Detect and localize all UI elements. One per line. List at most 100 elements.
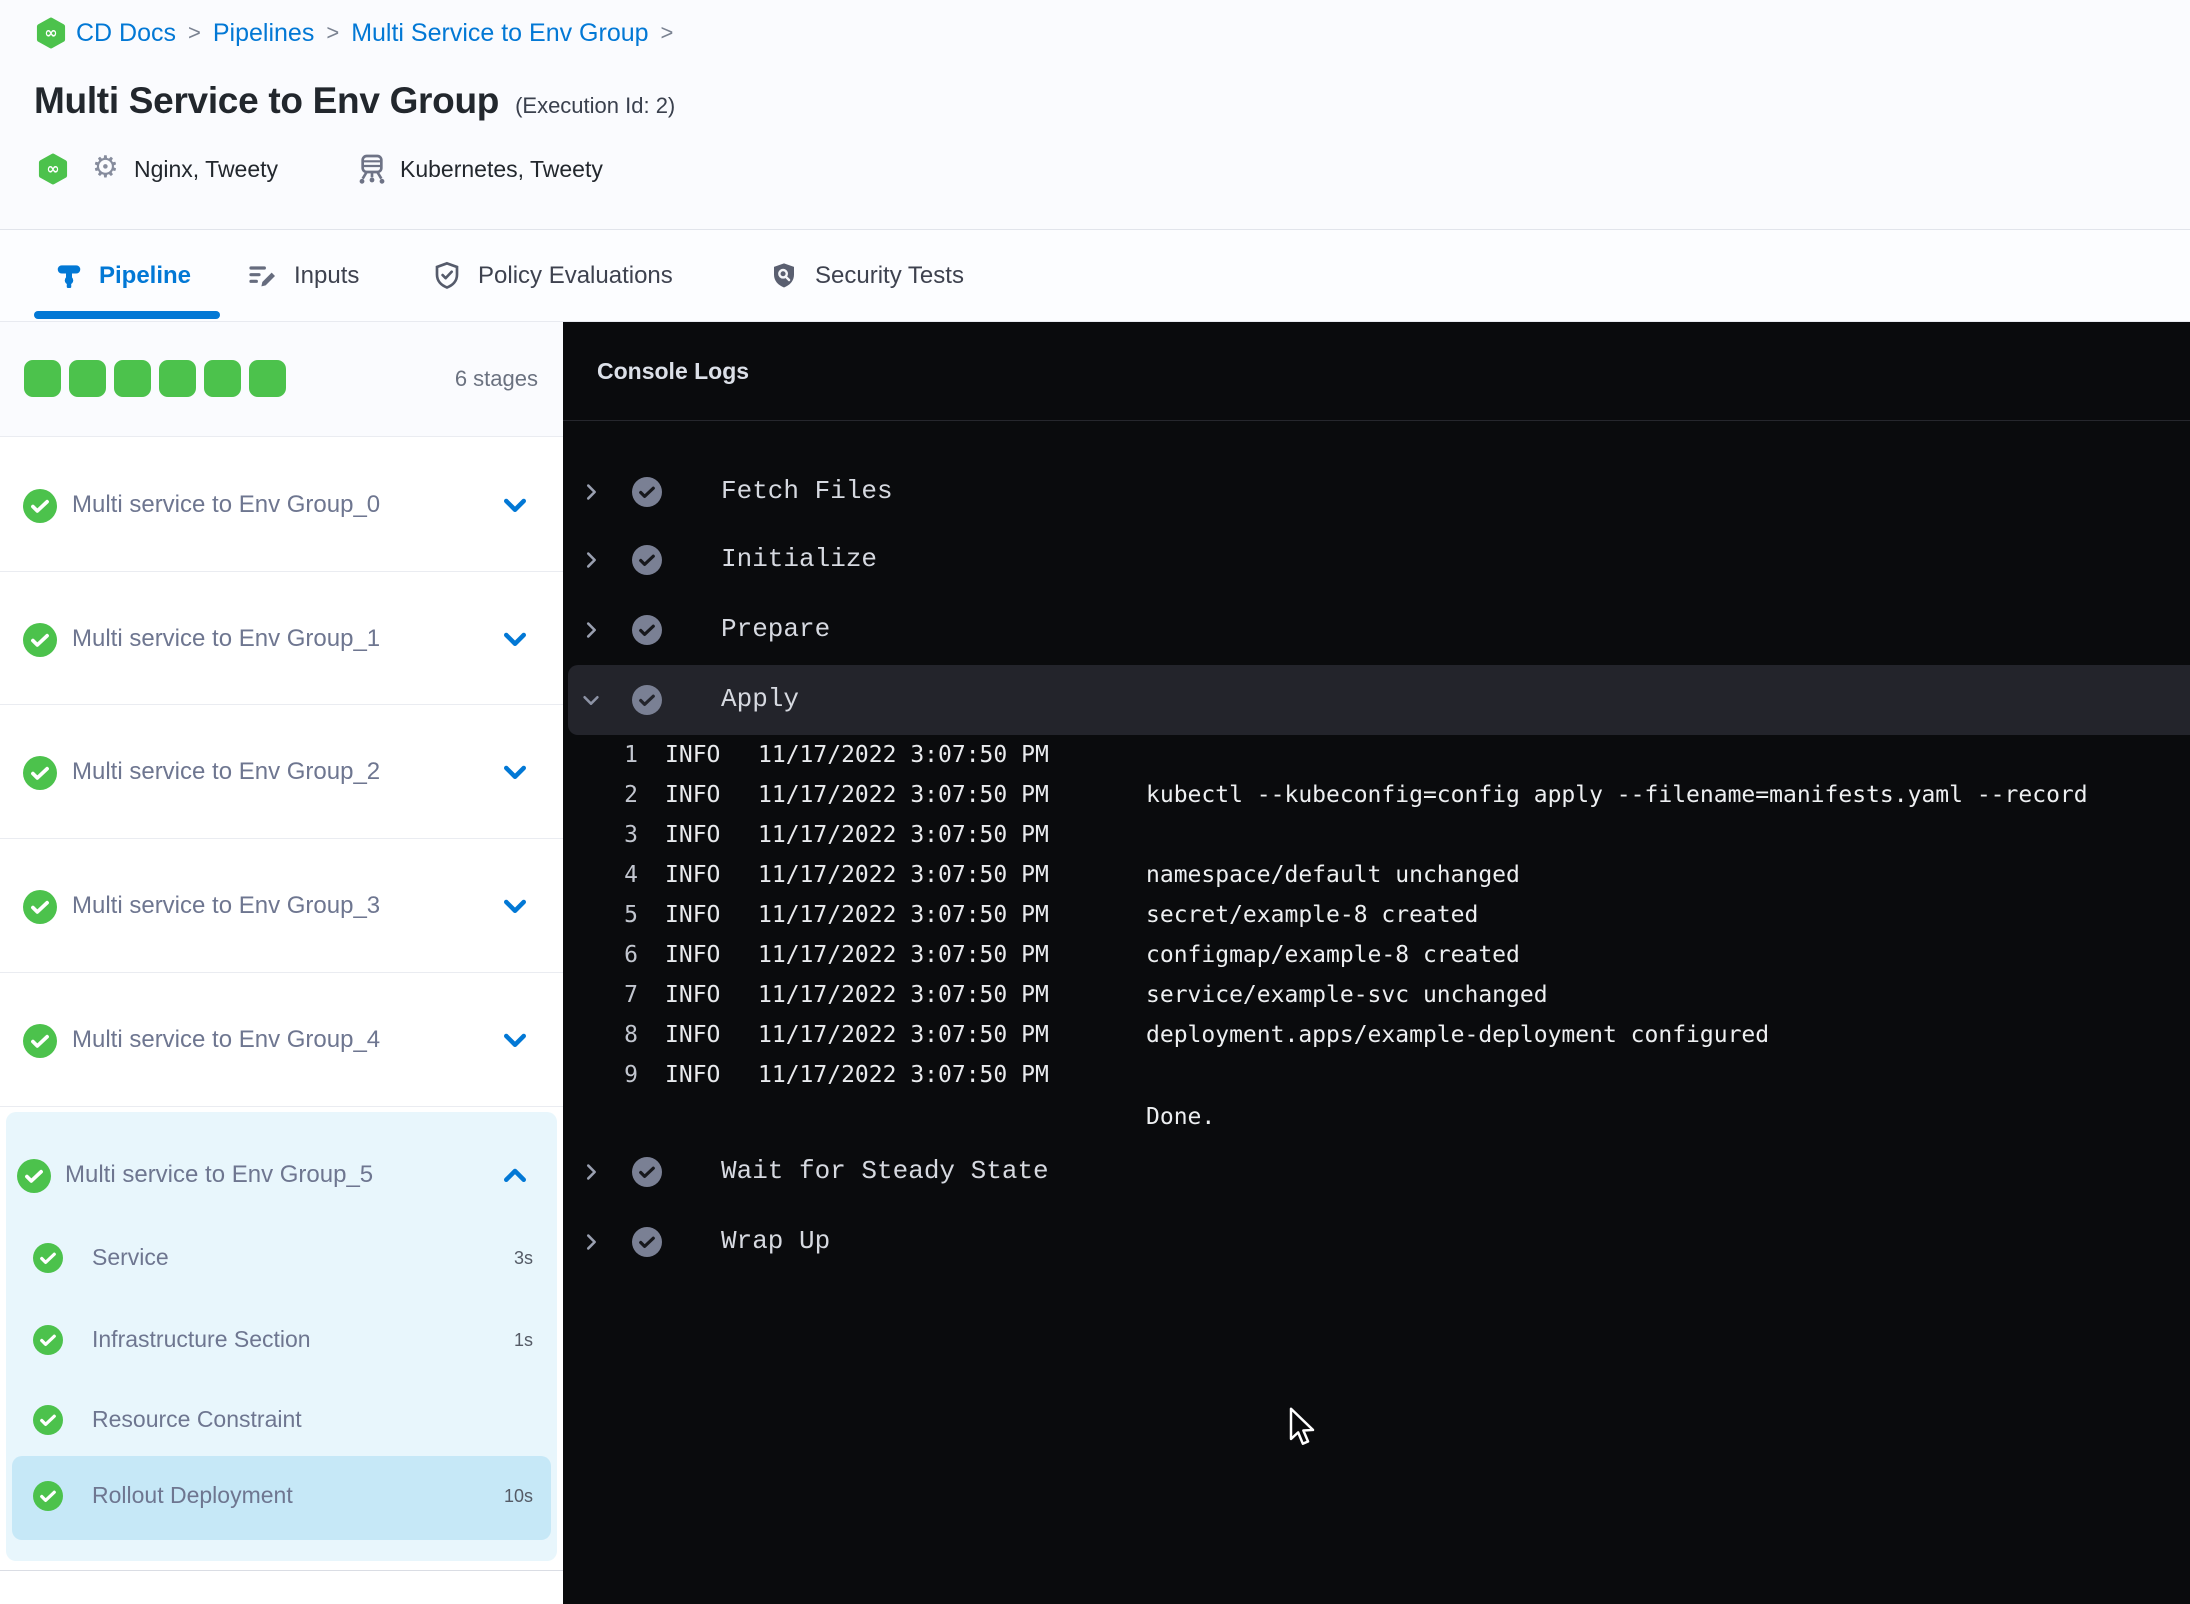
inputs-icon xyxy=(249,266,275,287)
page-title: Multi Service to Env Group xyxy=(34,80,500,121)
services-label: Nginx, Tweety xyxy=(134,156,279,182)
environments-label: Kubernetes, Tweety xyxy=(400,156,603,182)
console-step-fetch-files[interactable]: Fetch Files xyxy=(563,470,2190,514)
log-line-number: 4 xyxy=(624,862,638,888)
log-line-number: 5 xyxy=(624,902,638,928)
console-step-prepare[interactable]: Prepare xyxy=(563,608,2190,652)
harness-logo-icon: ∞ xyxy=(36,17,66,49)
log-timestamp: 11/17/2022 3:07:50 PM xyxy=(758,822,1049,848)
chevron-down-icon[interactable] xyxy=(500,1028,530,1054)
log-level: INFO xyxy=(665,982,721,1008)
console-step-wrap-up[interactable]: Wrap Up xyxy=(563,1220,2190,1264)
stage-row-1[interactable]: Multi service to Env Group_1 xyxy=(0,616,563,664)
stage-row-3[interactable]: Multi service to Env Group_3 xyxy=(0,883,563,931)
breadcrumb-link-pipelines[interactable]: Pipelines xyxy=(213,19,314,48)
log-line: 4 INFO 11/17/2022 3:07:50 PM namespace/d… xyxy=(563,855,2190,895)
chevron-down-icon[interactable] xyxy=(580,689,602,711)
step-name: Infrastructure Section xyxy=(92,1326,311,1352)
stage-row-5-expanded[interactable]: Multi service to Env Group_5 xyxy=(6,1152,557,1200)
title-row: Multi Service to Env Group (Execution Id… xyxy=(34,80,675,122)
chevron-up-icon[interactable] xyxy=(500,1163,530,1189)
console-step-label: Fetch Files xyxy=(721,476,893,506)
tab-policy-evaluations[interactable]: Policy Evaluations xyxy=(431,230,673,322)
tab-policy-evaluations-label: Policy Evaluations xyxy=(478,262,673,289)
console-step-initialize[interactable]: Initialize xyxy=(563,538,2190,582)
log-message: kubectl --kubeconfig=config apply --file… xyxy=(1146,782,2088,808)
stage-name: Multi service to Env Group_2 xyxy=(72,758,381,785)
log-line-number: 6 xyxy=(624,942,638,968)
stage-square xyxy=(249,360,286,397)
policy-shield-icon xyxy=(435,261,459,289)
log-message: Done. xyxy=(1146,1104,1216,1130)
step-row-resource-constraint[interactable]: Resource Constraint xyxy=(6,1398,557,1442)
success-check-icon xyxy=(33,1405,63,1435)
tab-inputs[interactable]: Inputs xyxy=(247,230,359,322)
chevron-down-icon[interactable] xyxy=(500,760,530,786)
stage-name: Multi service to Env Group_4 xyxy=(72,1026,381,1053)
stage-row-0[interactable]: Multi service to Env Group_0 xyxy=(0,482,563,530)
environments-icon xyxy=(359,154,385,184)
step-duration: 3s xyxy=(513,1248,533,1268)
step-name: Resource Constraint xyxy=(92,1406,302,1432)
chevron-right-icon[interactable] xyxy=(580,1231,602,1253)
chevron-right-icon[interactable] xyxy=(580,481,602,503)
console-logs-panel: Console Logs Fetch Files Initialize Prep… xyxy=(563,322,2190,1604)
log-timestamp: 11/17/2022 3:07:50 PM xyxy=(758,902,1049,928)
log-level: INFO xyxy=(665,742,721,768)
stage-status-squares xyxy=(24,360,286,397)
breadcrumb-link-pipeline-name[interactable]: Multi Service to Env Group xyxy=(351,19,648,48)
log-line-number: 9 xyxy=(624,1062,638,1088)
log-line-done: Done. xyxy=(563,1097,2190,1137)
log-line: 8 INFO 11/17/2022 3:07:50 PM deployment.… xyxy=(563,1015,2190,1055)
success-check-icon xyxy=(23,890,57,924)
stage-name: Multi service to Env Group_1 xyxy=(72,625,381,652)
log-timestamp: 11/17/2022 3:07:50 PM xyxy=(758,742,1049,768)
stage-name: Multi service to Env Group_5 xyxy=(65,1161,374,1188)
log-line: 5 INFO 11/17/2022 3:07:50 PM secret/exam… xyxy=(563,895,2190,935)
success-check-icon xyxy=(632,685,662,715)
stage-row-4[interactable]: Multi service to Env Group_4 xyxy=(0,1017,563,1065)
mouse-cursor xyxy=(1289,1407,1315,1445)
log-line: 1 INFO 11/17/2022 3:07:50 PM xyxy=(563,735,2190,775)
divider xyxy=(0,838,563,839)
log-level: INFO xyxy=(665,782,721,808)
chevron-right-icon[interactable] xyxy=(580,549,602,571)
stage-name: Multi service to Env Group_3 xyxy=(72,892,381,919)
step-row-infrastructure[interactable]: Infrastructure Section 1s xyxy=(6,1318,557,1362)
tab-pipeline[interactable]: Pipeline xyxy=(54,230,191,322)
log-timestamp: 11/17/2022 3:07:50 PM xyxy=(758,782,1049,808)
step-row-rollout-deployment[interactable]: Rollout Deployment 10s xyxy=(6,1474,557,1518)
success-check-icon xyxy=(632,477,662,507)
console-step-label: Prepare xyxy=(721,614,831,644)
console-step-label: Wait for Steady State xyxy=(721,1156,1049,1186)
tab-security-tests[interactable]: Security Tests xyxy=(768,230,964,322)
divider xyxy=(0,436,563,437)
security-shield-icon xyxy=(774,263,794,288)
step-row-service[interactable]: Service 3s xyxy=(6,1236,557,1280)
stage-count-label: 6 stages xyxy=(454,366,538,391)
chevron-down-icon[interactable] xyxy=(500,493,530,519)
log-timestamp: 11/17/2022 3:07:50 PM xyxy=(758,1022,1049,1048)
console-step-apply-expanded[interactable]: Apply xyxy=(568,665,2190,735)
log-message: configmap/example-8 created xyxy=(1146,942,1520,968)
chevron-right-icon[interactable] xyxy=(580,1161,602,1183)
stage-square xyxy=(24,360,61,397)
divider xyxy=(0,972,563,973)
console-step-wait-for-steady-state[interactable]: Wait for Steady State xyxy=(563,1150,2190,1194)
divider xyxy=(0,1106,563,1107)
chevron-right-icon[interactable] xyxy=(580,619,602,641)
log-line-number: 2 xyxy=(624,782,638,808)
log-line: 7 INFO 11/17/2022 3:07:50 PM service/exa… xyxy=(563,975,2190,1015)
stage-row-2[interactable]: Multi service to Env Group_2 xyxy=(0,749,563,797)
chevron-down-icon[interactable] xyxy=(500,894,530,920)
log-message: secret/example-8 created xyxy=(1146,902,1479,928)
active-tab-underline xyxy=(34,311,220,319)
divider xyxy=(0,704,563,705)
log-timestamp: 11/17/2022 3:07:50 PM xyxy=(758,1062,1049,1088)
step-name: Service xyxy=(92,1244,169,1270)
breadcrumb-link-cd-docs[interactable]: CD Docs xyxy=(76,19,176,48)
success-check-icon xyxy=(33,1481,63,1511)
svg-text:∞: ∞ xyxy=(44,23,57,42)
log-level: INFO xyxy=(665,822,721,848)
chevron-down-icon[interactable] xyxy=(500,627,530,653)
